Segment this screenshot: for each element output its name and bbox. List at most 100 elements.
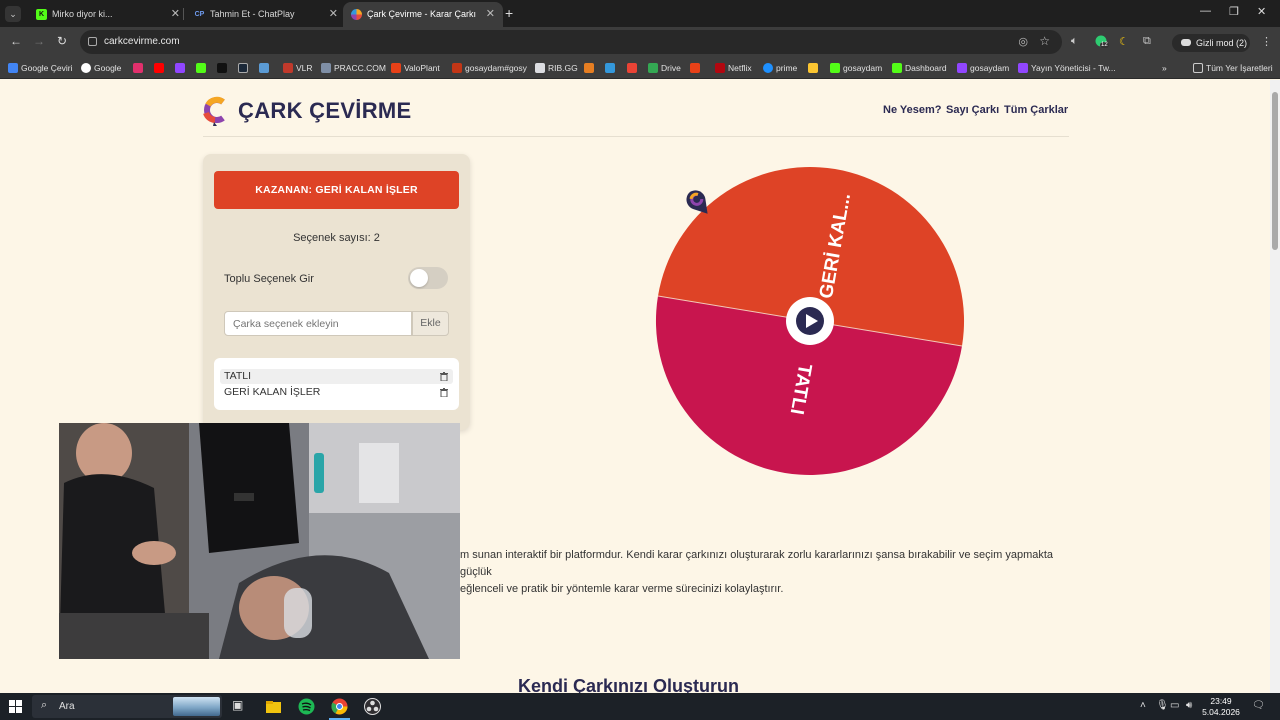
notification-icon[interactable]: 🗨︎: [1252, 700, 1265, 711]
option-count: Seçenek sayısı: 2: [293, 232, 380, 244]
mute-icon[interactable]: 🔈︎: [1071, 35, 1078, 48]
new-tab-button[interactable]: +: [505, 5, 513, 21]
bookmark-netflix[interactable]: Netflix: [715, 62, 752, 74]
option-item[interactable]: GERİ KALAN İŞLER: [220, 385, 453, 400]
bookmark-twitch[interactable]: [175, 62, 188, 74]
bookmark-tiktok[interactable]: [217, 62, 230, 74]
bookmark-instagram[interactable]: [133, 62, 146, 74]
site-logo-icon[interactable]: [203, 96, 229, 126]
search-label: Ara: [59, 701, 75, 712]
bookmarks-overflow-chevron-icon[interactable]: »: [1162, 62, 1167, 74]
restore-button[interactable]: ❐: [1229, 5, 1239, 18]
gmail-icon: [627, 62, 637, 73]
bookmark-misc-1[interactable]: [584, 62, 597, 74]
youtube-icon: [154, 62, 164, 73]
option-item[interactable]: TATLI: [220, 369, 453, 384]
extension-shield-icon[interactable]: 12: [1095, 35, 1109, 50]
vlr-icon: [283, 62, 293, 73]
nav-ne-yesem[interactable]: Ne Yesem?: [883, 104, 942, 116]
bookmark-dashboard[interactable]: Dashboard: [892, 62, 947, 74]
tracker-icon: [452, 62, 462, 73]
twitch-icon: [1018, 62, 1028, 73]
bookmark-tumblr[interactable]: [690, 62, 703, 74]
chrome-icon[interactable]: [331, 698, 348, 715]
scrollbar-thumb[interactable]: [1272, 92, 1278, 250]
bookmark-gmail[interactable]: [627, 62, 640, 74]
taskbar-clock[interactable]: 23:49 5.04.2026: [1199, 696, 1243, 718]
all-bookmarks[interactable]: Tüm Yer İşaretleri: [1193, 62, 1273, 74]
incognito-badge[interactable]: Gizli mod (2): [1172, 34, 1250, 52]
tab-search-button[interactable]: ⌄: [5, 6, 21, 22]
bookmark-app[interactable]: [259, 62, 272, 74]
tab-title: Mirko diyor ki...: [52, 9, 113, 19]
bookmark-prime[interactable]: prime: [763, 62, 797, 74]
tab-chatplay[interactable]: CP Tahmin Et - ChatPlay ✕: [186, 2, 346, 27]
taskbar-search[interactable]: ⌕ Ara: [32, 695, 222, 718]
bookmark-valoplant[interactable]: ValoPlant: [391, 62, 440, 74]
winner-banner[interactable]: KAZANAN: GERİ KALAN İŞLER: [214, 171, 459, 209]
tab-mirko[interactable]: K Mirko diyor ki... ✕: [28, 2, 188, 27]
extensions-puzzle-icon[interactable]: ⧉: [1143, 35, 1151, 48]
bookmark-google-ceviri[interactable]: Google Çeviri: [8, 62, 73, 74]
bulk-entry-toggle[interactable]: [408, 267, 448, 289]
window-close-button[interactable]: ✕: [1257, 5, 1266, 18]
add-option-button[interactable]: Ekle: [412, 311, 449, 336]
dark-mode-icon[interactable]: ☾: [1119, 35, 1129, 48]
bookmark-steam[interactable]: [238, 62, 251, 74]
bookmark-yayin-yoneticisi[interactable]: Yayın Yöneticisi - Tw...: [1018, 62, 1116, 74]
page-scrollbar[interactable]: [1270, 80, 1280, 693]
spotify-icon[interactable]: [298, 698, 315, 715]
bookmark-ribgg[interactable]: RIB.GG: [535, 62, 578, 74]
decision-wheel[interactable]: GERİ KAL... TATLI: [640, 156, 980, 486]
bookmark-youtube[interactable]: [154, 62, 167, 74]
kebab-menu-icon[interactable]: ⋮: [1261, 35, 1272, 48]
bookmark-misc-2[interactable]: [605, 62, 618, 74]
bookmark-drive[interactable]: Drive: [648, 62, 681, 74]
eye-off-icon[interactable]: ◎: [1018, 35, 1028, 48]
bookmark-star-icon[interactable]: ☆: [1039, 34, 1050, 48]
bookmark-label: gosaydam: [970, 62, 1010, 73]
bookmark-gosaydam-twitch[interactable]: gosaydam: [957, 62, 1009, 74]
bookmark-pracc[interactable]: PRACC.COM: [321, 62, 386, 74]
add-option-input[interactable]: [224, 311, 412, 336]
bookmark-label: ValoPlant: [404, 62, 440, 73]
bookmark-gosaydam-gosy[interactable]: gosaydam#gosy: [452, 62, 527, 74]
address-bar[interactable]: carkcevirme.com ◎ ☆: [80, 30, 1062, 54]
network-icon[interactable]: ▭: [1170, 700, 1179, 711]
bookmark-vlr[interactable]: VLR: [283, 62, 313, 74]
task-view-icon[interactable]: ▣: [232, 698, 249, 715]
forward-button[interactable]: →: [33, 34, 45, 48]
minimize-button[interactable]: —: [1200, 5, 1211, 17]
bookmarks-bar: Google Çeviri Google VLR PRACC.COM ValoP…: [0, 57, 1280, 79]
twitch-icon: [957, 62, 967, 73]
bookmark-label: Tüm Yer İşaretleri: [1206, 62, 1273, 73]
volume-icon[interactable]: 🔊︎: [1186, 700, 1192, 711]
description-line: m sunan interaktif bir platformdur. Kend…: [460, 549, 1054, 578]
windows-start-icon[interactable]: [9, 700, 22, 713]
obs-icon[interactable]: [364, 698, 381, 715]
bookmark-label: gosaydam#gosy: [465, 62, 527, 73]
close-icon[interactable]: ✕: [486, 7, 495, 20]
file-explorer-icon[interactable]: [265, 698, 282, 715]
nav-tum-carklar[interactable]: Tüm Çarklar: [1004, 104, 1068, 116]
bookmark-misc-3[interactable]: [808, 62, 821, 74]
trash-icon[interactable]: [440, 388, 448, 397]
chatplay-icon: CP: [194, 11, 205, 18]
microphone-icon[interactable]: 🎙︎: [1156, 700, 1169, 711]
tab-cark-cevirme[interactable]: Çark Çevirme - Karar Çarkı ✕: [343, 2, 503, 27]
tray-chevron-icon[interactable]: ˄: [1140, 700, 1146, 711]
site-brand[interactable]: ÇARK ÇEVİRME: [238, 98, 412, 124]
back-button[interactable]: ←: [10, 34, 22, 48]
bookmark-gosaydam-kick[interactable]: gosaydam: [830, 62, 882, 74]
bookmark-google[interactable]: Google: [81, 62, 121, 74]
bookmark-kick[interactable]: [196, 62, 209, 74]
close-icon[interactable]: ✕: [329, 7, 338, 20]
nav-sayi-carki[interactable]: Sayı Çarkı: [946, 104, 999, 116]
rib-icon: [535, 62, 545, 73]
site-info-icon[interactable]: [88, 37, 97, 46]
url-text[interactable]: carkcevirme.com: [104, 36, 180, 47]
page-viewport: ÇARK ÇEVİRME Ne Yesem? Sayı Çarkı Tüm Ça…: [0, 80, 1270, 693]
reload-button[interactable]: ↻: [57, 34, 67, 48]
close-icon[interactable]: ✕: [171, 7, 180, 20]
trash-icon[interactable]: [440, 372, 448, 381]
